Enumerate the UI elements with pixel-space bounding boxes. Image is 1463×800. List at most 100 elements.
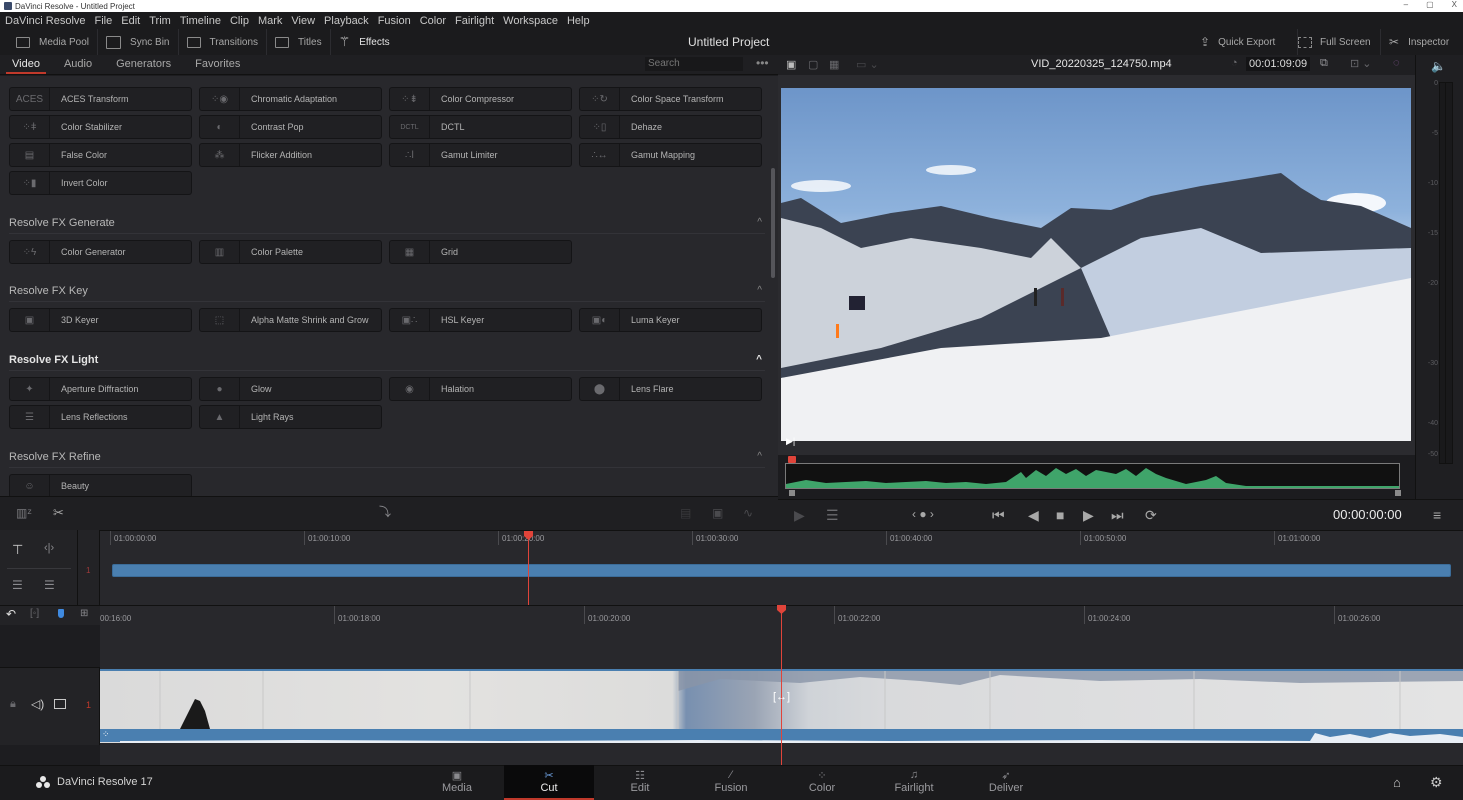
track-lock-icon[interactable]: ⊤ [12,542,23,558]
effect-color-compressor[interactable]: ⁘⇟ Color Compressor [389,87,572,111]
snapshot-icon[interactable]: ⧉ [1320,57,1328,70]
effect-lens-reflections[interactable]: ☰ Lens Reflections [9,405,192,429]
menu-edit[interactable]: Edit [121,15,140,27]
scissors-icon[interactable]: ✂ [53,505,64,521]
prev-next-clip-control[interactable]: ‹ ● › [912,507,934,521]
menu-trim[interactable]: Trim [149,15,171,27]
effect-halation[interactable]: ◉ Halation [389,377,572,401]
section-header-generate[interactable]: Resolve FX Generate ^ [9,217,765,234]
page-media[interactable]: ▣ Media [412,765,502,800]
page-deliver[interactable]: ➶ Deliver [961,765,1051,800]
effect-3d-keyer[interactable]: ▣ 3D Keyer [9,308,192,332]
waveform-view-icon[interactable]: ∿ [743,506,753,520]
skip-to-end-icon[interactable]: ⏭ [1111,507,1124,524]
upper-timeline-ruler[interactable]: 01:00:00:00 01:00:10:00 01:00:20:00 01:0… [110,531,1451,545]
effects-button[interactable]: ⚚ Effects [331,29,398,55]
close-button[interactable]: X [1452,0,1457,9]
menu-help[interactable]: Help [567,15,590,27]
menu-view[interactable]: View [291,15,315,27]
skip-to-start-icon[interactable]: ⏮ [992,507,1005,524]
timeline-view-icon[interactable]: ▦ [829,58,839,71]
inspector-button[interactable]: ✂ Inspector [1380,29,1449,55]
sync-bin-button[interactable]: Sync Bin [98,29,179,55]
trim-handle-icon[interactable]: [↔] [773,691,790,703]
speaker-icon[interactable]: 🔈 [1431,59,1446,73]
menu-timeline[interactable]: Timeline [180,15,221,27]
menu-clip[interactable]: Clip [230,15,249,27]
effect-grid[interactable]: ▦ Grid [389,240,572,264]
effect-alpha-matte[interactable]: ⬚ Alpha Matte Shrink and Grow [199,308,382,332]
full-screen-button[interactable]: Full Screen [1297,29,1371,55]
go-to-end-icon[interactable]: ▶| [786,436,795,447]
loop-icon[interactable]: ⟳ [1145,507,1157,524]
tab-generators[interactable]: Generators [104,55,183,75]
effect-dehaze[interactable]: ⁘▯ Dehaze [579,115,762,139]
minimize-button[interactable]: – [1404,0,1408,9]
effect-invert-color[interactable]: ⁘▮ Invert Color [9,171,192,195]
tab-video[interactable]: Video [0,55,52,75]
insert-clip-icon[interactable]: ⤵ [379,503,391,520]
menu-color[interactable]: Color [420,15,446,27]
safe-area-dropdown[interactable]: ▭ ⌄ [856,58,879,71]
effect-color-stabilizer[interactable]: ⁘ǂ Color Stabilizer [9,115,192,139]
view-thumb-icon[interactable]: ▣ [712,506,723,520]
upper-timeline-clip[interactable] [112,564,1451,577]
audio-mute-icon[interactable]: ◁) [31,697,44,711]
page-edit[interactable]: ☷ Edit [595,765,685,800]
menu-playback[interactable]: Playback [324,15,369,27]
section-header-key[interactable]: Resolve FX Key ^ [9,285,765,302]
source-clip-icon[interactable]: ▣ [786,58,796,71]
marker-icon[interactable] [58,609,64,618]
effect-glow[interactable]: ● Glow [199,377,382,401]
effect-gamut-limiter[interactable]: ∴ǀ Gamut Limiter [389,143,572,167]
out-point-handle[interactable] [1395,490,1401,496]
effect-contrast-pop[interactable]: ◐ Contrast Pop [199,115,382,139]
settings-gear-icon[interactable]: ⚙ [1430,774,1443,791]
source-tape-icon[interactable]: ▢ [808,58,818,71]
more-options-button[interactable]: ••• [756,56,769,70]
effect-aperture-diffraction[interactable]: ✦ Aperture Diffraction [9,377,192,401]
page-fairlight[interactable]: ♫ Fairlight [869,765,959,800]
stop-icon[interactable]: ■ [1056,507,1064,523]
section-header-refine[interactable]: Resolve FX Refine ^ [9,451,765,468]
snapping-icon[interactable]: ↶ [6,607,16,621]
in-point-handle[interactable] [789,490,795,496]
audio-waveform-overview[interactable] [785,463,1400,489]
play-reverse-icon[interactable]: ◀ [1028,507,1039,524]
effect-aces-transform[interactable]: ACES ACES Transform [9,87,192,111]
playhead-marker[interactable] [788,456,796,463]
zoom-fit-icon[interactable]: ‹|› [44,542,54,554]
effect-color-palette[interactable]: ▥ Color Palette [199,240,382,264]
effects-scrollbar[interactable] [771,168,775,278]
lock-icon[interactable]: 🔒︎ [10,698,16,711]
menu-workspace[interactable]: Workspace [503,15,558,27]
menu-icon[interactable]: ≡ [1433,507,1441,523]
effects-search-input[interactable] [645,57,743,71]
audio-scrub-icon[interactable]: [◦] [30,608,39,619]
tab-favorites[interactable]: Favorites [183,55,252,75]
titles-button[interactable]: Titles [267,29,331,55]
effect-dctl[interactable]: DCTL DCTL [389,115,572,139]
chevron-up-icon[interactable]: ^ [757,451,762,462]
audio-trim-icon[interactable]: ☰ [826,507,839,524]
append-video-icon[interactable]: ☰ [12,578,23,592]
tab-audio[interactable]: Audio [52,55,104,75]
lower-playhead[interactable] [781,605,782,765]
effect-color-space-transform[interactable]: ⁘↻ Color Space Transform [579,87,762,111]
menu-fairlight[interactable]: Fairlight [455,15,494,27]
media-pool-button[interactable]: Media Pool [0,29,99,55]
menu-fusion[interactable]: Fusion [378,15,411,27]
view-list-icon[interactable]: ▤ [680,506,691,520]
effect-gamut-mapping[interactable]: ∴↔ Gamut Mapping [579,143,762,167]
effect-color-generator[interactable]: ⁘ϟ Color Generator [9,240,192,264]
menu-mark[interactable]: Mark [258,15,282,27]
video-enable-icon[interactable] [54,699,66,709]
chevron-up-icon[interactable]: ^ [756,354,762,365]
home-icon[interactable]: ⌂ [1393,775,1401,790]
effect-chromatic-adaptation[interactable]: ⁘◉ Chromatic Adaptation [199,87,382,111]
add-track-icon[interactable]: ⊞ [80,608,88,619]
page-cut[interactable]: ✂ Cut [504,765,594,800]
menu-davinci-resolve[interactable]: DaVinci Resolve [5,15,86,27]
effect-hsl-keyer[interactable]: ▣∴ HSL Keyer [389,308,572,332]
menu-file[interactable]: File [95,15,113,27]
